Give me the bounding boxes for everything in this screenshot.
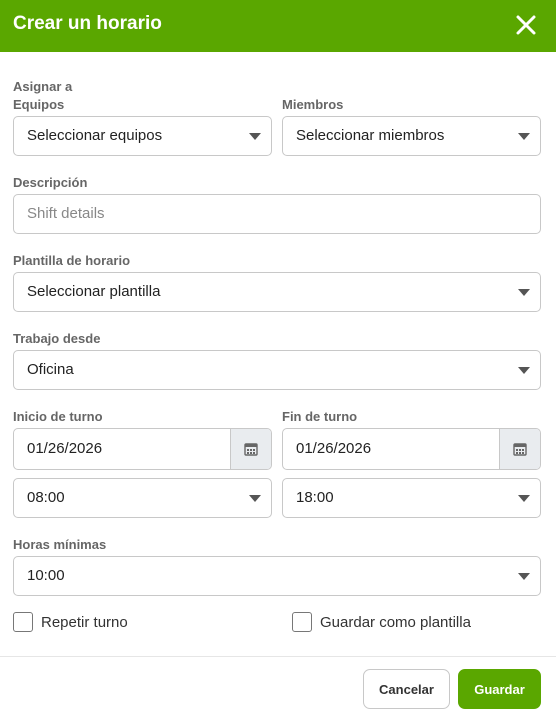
- cancel-button[interactable]: Cancelar: [363, 669, 450, 709]
- close-icon[interactable]: [514, 13, 538, 37]
- description-label: Descripción: [13, 175, 88, 190]
- assign-label: Asignar a: [13, 79, 73, 94]
- min-hours-value: 10:00: [27, 567, 65, 584]
- description-input[interactable]: Shift details: [13, 194, 541, 234]
- work-from-select-value: Oficina: [27, 361, 74, 378]
- repeat-shift-label: Repetir turno: [41, 613, 128, 631]
- work-from-label: Trabajo desde: [13, 331, 101, 346]
- template-select[interactable]: Seleccionar plantilla: [13, 272, 541, 312]
- calendar-icon[interactable]: [230, 429, 271, 469]
- checkbox-box[interactable]: [13, 612, 33, 632]
- shift-start-time-value: 08:00: [27, 489, 65, 506]
- chevron-down-icon: [518, 367, 530, 374]
- min-hours-select[interactable]: 10:00: [13, 556, 541, 596]
- shift-start-date-value: 01/26/2026: [27, 440, 103, 457]
- work-from-select[interactable]: Oficina: [13, 350, 541, 390]
- chevron-down-icon: [249, 495, 261, 502]
- teams-select-value: Seleccionar equipos: [27, 127, 163, 144]
- description-placeholder: Shift details: [27, 205, 105, 222]
- chevron-down-icon: [249, 133, 261, 140]
- shift-start-date-input[interactable]: 01/26/2026: [13, 428, 272, 470]
- shift-start-label: Inicio de turno: [13, 409, 103, 424]
- shift-end-time-select[interactable]: 18:00: [282, 478, 541, 518]
- save-button[interactable]: Guardar: [458, 669, 541, 709]
- dialog-title: Crear un horario: [13, 13, 162, 34]
- shift-end-time-value: 18:00: [296, 489, 334, 506]
- template-label: Plantilla de horario: [13, 253, 131, 268]
- shift-end-date-value: 01/26/2026: [296, 440, 372, 457]
- save-template-checkbox[interactable]: Guardar como plantilla: [292, 612, 471, 632]
- shift-start-time-select[interactable]: 08:00: [13, 478, 272, 518]
- footer-divider: [0, 656, 556, 657]
- chevron-down-icon: [518, 573, 530, 580]
- checkbox-box[interactable]: [292, 612, 312, 632]
- calendar-icon[interactable]: [499, 429, 540, 469]
- teams-label: Equipos: [13, 97, 65, 112]
- chevron-down-icon: [518, 133, 530, 140]
- members-label: Miembros: [282, 97, 344, 112]
- chevron-down-icon: [518, 289, 530, 296]
- repeat-shift-checkbox[interactable]: Repetir turno: [13, 612, 128, 632]
- members-select[interactable]: Seleccionar miembros: [282, 116, 541, 156]
- chevron-down-icon: [518, 495, 530, 502]
- shift-end-date-input[interactable]: 01/26/2026: [282, 428, 541, 470]
- teams-select[interactable]: Seleccionar equipos: [13, 116, 272, 156]
- dialog-header: Crear un horario: [0, 0, 556, 52]
- min-hours-label: Horas mínimas: [13, 537, 107, 552]
- template-select-value: Seleccionar plantilla: [27, 283, 161, 300]
- members-select-value: Seleccionar miembros: [296, 127, 445, 144]
- save-template-label: Guardar como plantilla: [320, 613, 471, 631]
- shift-end-label: Fin de turno: [282, 409, 358, 424]
